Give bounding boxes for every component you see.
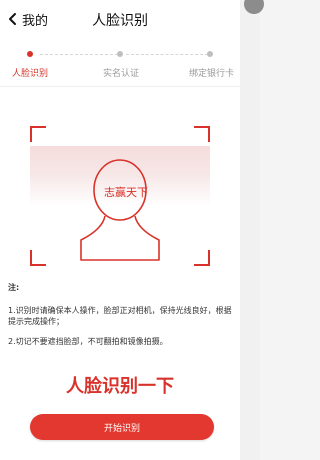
face-outline-icon [80, 159, 160, 261]
step-connector [40, 54, 118, 55]
watermark-text: 志赢天下 [104, 186, 148, 199]
frame-corner-bottom-left [30, 250, 46, 266]
progress-steps: 人脸识别 实名认证 绑定银行卡 [0, 42, 240, 87]
step-label-bankcard: 绑定银行卡 [189, 69, 235, 79]
page-title: 人脸识别 [92, 13, 148, 29]
slogan-heading: 人脸识别一下 [66, 376, 174, 397]
step-dot-2 [117, 51, 123, 57]
step-dot-1 [27, 51, 33, 57]
step-label-face: 人脸识别 [12, 69, 49, 79]
frame-corner-top-left [30, 126, 46, 142]
note-item-1: 1.识别时请确保本人操作，脸部正对相机，保持光线良好，根据提示完成操作； [8, 306, 232, 326]
start-recognition-button[interactable]: 开始识别 [30, 414, 214, 440]
face-scan-area: 志赢天下 [30, 126, 210, 266]
frame-corner-top-right [194, 126, 210, 142]
step-dot-3 [207, 51, 213, 57]
notes-title: 注: [8, 283, 20, 292]
screen: 我的 人脸识别 人脸识别 实名认证 绑定银行卡 志赢天下 注: 1.识别时请确保… [0, 0, 264, 460]
instructions: 注: 1.识别时请确保本人操作，脸部正对相机，保持光线良好，根据提示完成操作； … [8, 282, 232, 356]
frame-corner-bottom-right [194, 250, 210, 266]
floating-circle [244, 0, 264, 14]
top-bar: 我的 人脸识别 [0, 0, 240, 36]
step-connector [126, 54, 208, 55]
note-item-2: 2.切记不要遮挡脸部，不可翻拍和镜像拍摄。 [8, 337, 168, 346]
right-margin [240, 0, 260, 460]
step-label-realname: 实名认证 [103, 69, 140, 79]
